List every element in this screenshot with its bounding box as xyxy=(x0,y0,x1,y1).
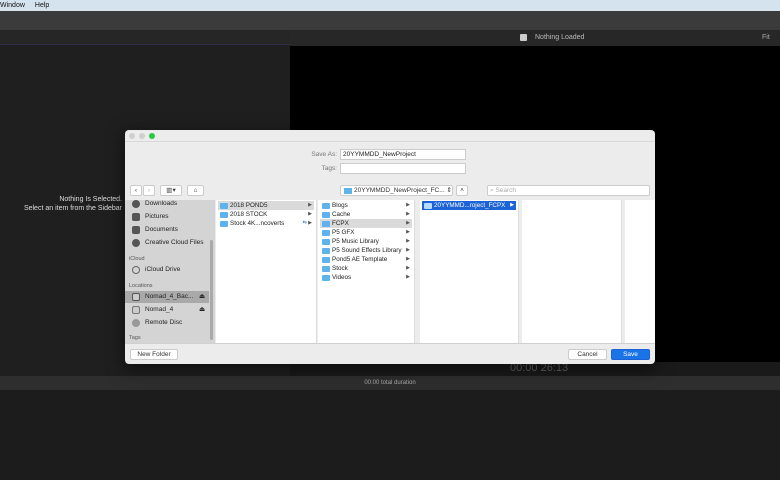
folder-icon xyxy=(220,221,228,227)
eject-icon[interactable]: ⏏ xyxy=(199,291,205,303)
pictures-icon xyxy=(132,213,140,221)
drive-icon xyxy=(132,293,140,301)
locations-header: Locations xyxy=(129,283,153,289)
save-as-field[interactable]: 20YYMMDD_NewProject xyxy=(340,149,466,160)
creative-cloud-icon xyxy=(132,239,140,247)
folder-icon xyxy=(322,230,330,236)
tags-field[interactable] xyxy=(340,163,466,174)
cancel-button[interactable]: Cancel xyxy=(568,349,607,360)
list-item[interactable]: Stock ▶ xyxy=(320,264,412,273)
icloud-header: iCloud xyxy=(129,256,145,262)
documents-icon xyxy=(132,226,140,234)
collapse-button[interactable]: ˄ xyxy=(456,185,468,196)
disc-icon xyxy=(132,319,140,327)
folder-icon xyxy=(322,266,330,272)
folder-icon xyxy=(220,212,228,218)
viewer-header: Nothing Loaded Fit xyxy=(290,30,780,46)
empty-title: Nothing Is Selected. xyxy=(59,196,122,203)
list-item[interactable]: Cache ▶ xyxy=(320,210,412,219)
close-button[interactable] xyxy=(129,133,135,139)
forward-button[interactable]: › xyxy=(143,185,155,196)
folder-icon xyxy=(424,203,432,209)
column-1: 2018 POND5 ▶ 2018 STOCK ▶ Stock 4K...ncove… xyxy=(216,200,317,343)
viewer-controls: 00:00 26:13 xyxy=(290,362,780,376)
sidebar-item-downloads[interactable]: Downloads xyxy=(125,198,209,210)
folder-icon xyxy=(322,257,330,263)
list-item[interactable]: P5 Sound Effects Library ▶ xyxy=(320,246,412,255)
tags-header: Tags xyxy=(129,335,141,341)
folder-icon xyxy=(322,239,330,245)
list-item[interactable]: Blogs ▶ xyxy=(320,201,412,210)
sidebar-item-icloud-drive[interactable]: iCloud Drive xyxy=(125,264,209,276)
empty-subtitle: Select an item from the Sidebar xyxy=(23,205,122,212)
folder-icon xyxy=(322,275,330,281)
menu-window[interactable]: Window xyxy=(0,0,25,11)
menu-bar: Window Help xyxy=(0,0,780,11)
sidebar-item-creative-cloud[interactable]: Creative Cloud Files xyxy=(125,237,209,249)
minimize-button[interactable] xyxy=(139,133,145,139)
eject-icon[interactable]: ⏏ xyxy=(199,304,205,316)
list-item[interactable]: Videos ▶ xyxy=(320,273,412,282)
sidebar: Downloads Pictures Documents Creative Cl… xyxy=(125,200,215,343)
folder-icon xyxy=(344,188,352,194)
folder-icon xyxy=(220,203,228,209)
save-button[interactable]: Save xyxy=(611,349,650,360)
sync-icon: ⇆ ▶ xyxy=(302,220,312,226)
drive-icon xyxy=(132,306,140,314)
new-folder-button[interactable]: New Folder xyxy=(130,349,178,360)
sidebar-item-nomad-4-backup[interactable]: Nomad_4_Bac... ⏏ xyxy=(125,291,209,303)
new-folder-icon-button[interactable]: ⌂ xyxy=(187,185,204,196)
list-item[interactable]: FCPX ▶ xyxy=(320,219,412,228)
inspector-header xyxy=(0,30,290,45)
column-2: Blogs ▶ Cache ▶ FCPX ▶ P5 GFX ▶ P5 Music Lib… xyxy=(318,200,415,343)
sidebar-scrollbar[interactable] xyxy=(210,240,213,340)
zoom-button[interactable] xyxy=(149,133,155,139)
timeline-status-bar: 00:00 total duration xyxy=(0,376,780,390)
back-button[interactable]: ‹ xyxy=(130,185,142,196)
folder-icon xyxy=(322,212,330,218)
downloads-icon xyxy=(132,200,140,208)
menu-help[interactable]: Help xyxy=(35,0,49,11)
list-item[interactable]: Pond5 AE Template ▶ xyxy=(320,255,412,264)
save-dialog: Save As: 20YYMMDD_NewProject Tags: ‹ › ▥… xyxy=(125,130,655,364)
fit-zoom-menu[interactable]: Fit xyxy=(762,30,770,46)
app-toolbar xyxy=(0,11,780,30)
column-5 xyxy=(625,200,655,343)
list-item[interactable]: Stock 4K...ncoverts ⇆ ▶ xyxy=(218,219,314,228)
folder-icon xyxy=(322,248,330,254)
list-item[interactable]: 2018 POND5 ▶ xyxy=(218,201,314,210)
total-duration: 00:00 total duration xyxy=(364,380,416,386)
folder-icon xyxy=(322,221,330,227)
cloud-icon xyxy=(132,266,140,274)
inspector-empty-message: Nothing Is Selected. Select an item from… xyxy=(0,195,122,213)
sidebar-item-documents[interactable]: Documents xyxy=(125,224,209,236)
folder-icon xyxy=(322,203,330,209)
sidebar-item-nomad-4[interactable]: Nomad_4 ⏏ xyxy=(125,304,209,316)
list-item[interactable]: P5 GFX ▶ xyxy=(320,228,412,237)
search-field[interactable]: ⌕ Search xyxy=(487,185,650,196)
column-4 xyxy=(522,200,622,343)
clip-icon xyxy=(520,34,527,41)
list-item[interactable]: 2018 STOCK ▶ xyxy=(218,210,314,219)
timeline xyxy=(0,390,780,480)
list-item[interactable]: P5 Music Library ▶ xyxy=(320,237,412,246)
save-as-label: Save As: xyxy=(311,151,337,158)
column-3: 20YYMMD...roject_FCPX ▶ xyxy=(420,200,519,343)
sidebar-item-pictures[interactable]: Pictures xyxy=(125,211,209,223)
list-item-selected[interactable]: 20YYMMD...roject_FCPX ▶ xyxy=(422,201,516,210)
view-mode-button[interactable]: ▥▾ xyxy=(160,185,182,196)
tags-label: Tags: xyxy=(321,165,337,172)
path-popup[interactable]: 20YYMMDD_NewProject_FC... ⇕ xyxy=(340,185,453,196)
viewer-status: Nothing Loaded xyxy=(535,34,585,41)
sidebar-item-remote-disc[interactable]: Remote Disc xyxy=(125,317,209,329)
